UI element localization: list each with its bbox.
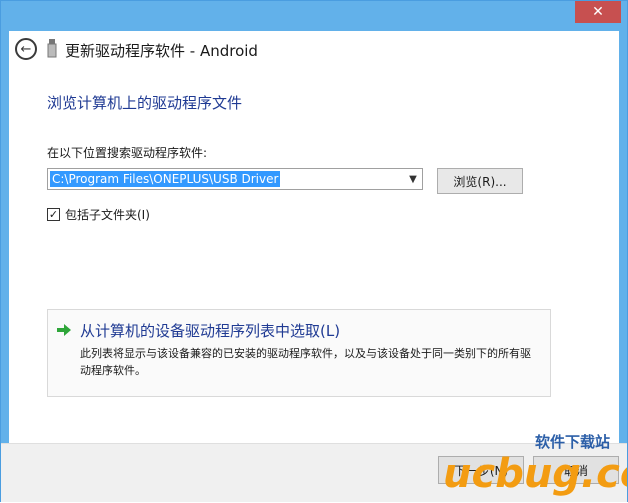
green-arrow-icon [57, 324, 71, 336]
usb-device-icon [47, 39, 57, 58]
close-button[interactable]: ✕ [575, 1, 621, 23]
driver-path-value[interactable]: C:\Program Files\ONEPLUS\USB Driver [50, 171, 281, 187]
browse-button[interactable]: 浏览(R)... [437, 168, 523, 194]
dialog-window: ✕ ← 更新驱动程序软件 - Android 浏览计算机上的驱动程序文件 在以下… [0, 0, 628, 502]
driver-path-combobox[interactable]: C:\Program Files\ONEPLUS\USB Driver ▼ [47, 168, 423, 190]
title-bar: ← 更新驱动程序软件 - Android [9, 31, 619, 71]
include-subfolders-checkbox[interactable]: ✓ [47, 208, 60, 221]
pick-from-list-description: 此列表将显示与该设备兼容的已安装的驱动程序软件，以及与该设备处于同一类别下的所有… [80, 347, 531, 377]
main-content: 浏览计算机上的驱动程序文件 在以下位置搜索驱动程序软件: C:\Program … [9, 71, 619, 443]
include-subfolders-label[interactable]: 包括子文件夹(I) [65, 206, 150, 223]
dialog-footer: 下一步(N) 取消 [1, 443, 627, 502]
pick-from-list-option[interactable]: 从计算机的设备驱动程序列表中选取(L) 此列表将显示与该设备兼容的已安装的驱动程… [47, 309, 551, 397]
close-icon: ✕ [592, 4, 604, 20]
back-button[interactable]: ← [15, 38, 37, 60]
window-frame-left [1, 71, 9, 443]
back-arrow-icon: ← [20, 41, 32, 57]
search-location-label: 在以下位置搜索驱动程序软件: [47, 146, 208, 160]
cancel-button[interactable]: 取消 [533, 456, 619, 484]
pick-from-list-title[interactable]: 从计算机的设备驱动程序列表中选取(L) [80, 320, 340, 341]
page-heading: 浏览计算机上的驱动程序文件 [47, 94, 243, 112]
next-button[interactable]: 下一步(N) [438, 456, 524, 484]
window-frame-right [619, 71, 627, 443]
window-title: 更新驱动程序软件 - Android [65, 42, 258, 60]
chevron-down-icon[interactable]: ▼ [406, 172, 420, 186]
